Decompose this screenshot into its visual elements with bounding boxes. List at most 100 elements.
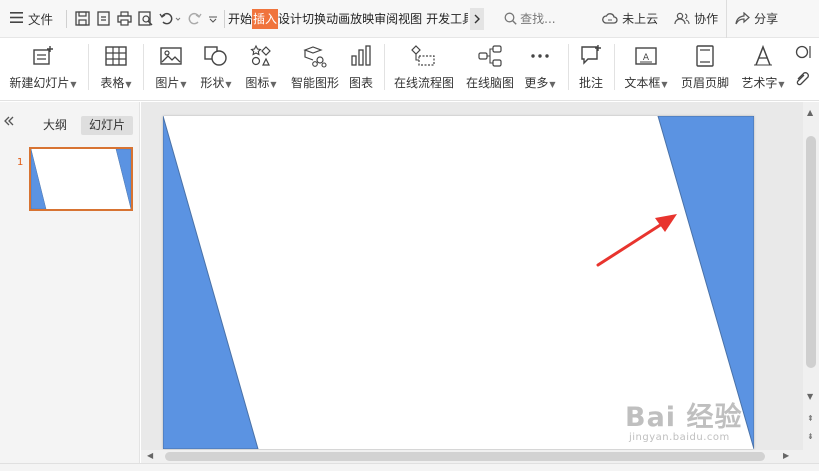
dropdown-caret-icon: ▼ (270, 80, 277, 89)
icon-library-button[interactable]: 图标▼ (242, 42, 280, 92)
textbox-button[interactable]: A 文本框▼ (621, 42, 671, 92)
more-tabs-button[interactable] (470, 7, 485, 30)
tab-view[interactable]: 视图 (398, 9, 422, 29)
tab-slides[interactable]: 幻灯片 (81, 116, 134, 135)
shapes-label: 形状 (200, 76, 225, 90)
shapes-button[interactable]: 形状▼ (197, 42, 235, 92)
picture-button[interactable]: 图片▼ (152, 42, 190, 92)
ribbon-separator (88, 44, 89, 90)
chart-icon (351, 45, 371, 66)
scroll-down-icon[interactable]: ▼ (807, 392, 813, 401)
tab-insert[interactable]: 插入 (252, 8, 279, 29)
cloud-status-button[interactable]: 未上云 (594, 0, 666, 38)
tab-slideshow[interactable]: 放映 (350, 9, 374, 29)
header-footer-button[interactable]: 页眉页脚 (679, 42, 731, 92)
export-pdf-icon[interactable] (96, 11, 111, 26)
share-label: 分享 (754, 12, 779, 26)
search-placeholder: 查找... (520, 12, 556, 26)
horizontal-scroll-thumb[interactable] (165, 452, 765, 461)
next-slide-icon[interactable]: ⇟ (807, 432, 814, 441)
presentation-app-window: 文件 开始 插入 设计 切换 动画 放映 审阅 视图 开发工具 (0, 0, 819, 471)
more-button[interactable]: 更多▼ (521, 42, 559, 92)
vertical-scroll-thumb[interactable] (806, 136, 816, 368)
vertical-scrollbar[interactable]: ▲ ▼ ⇞ ⇟ (803, 102, 819, 450)
search-icon (504, 12, 517, 25)
new-slide-button[interactable]: 新建幻灯片▼ (8, 42, 78, 92)
menu-bar: 文件 开始 插入 设计 切换 动画 放映 审阅 视图 开发工具 (0, 0, 819, 38)
dropdown-caret-icon: ▼ (778, 80, 785, 89)
header-footer-label: 页眉页脚 (680, 76, 729, 90)
online-mindmap-label: 在线脑图 (465, 76, 514, 90)
ribbon-separator (568, 44, 569, 90)
collaborate-icon (674, 12, 690, 25)
undo-icon[interactable] (159, 11, 181, 26)
more-label: 更多 (524, 76, 549, 90)
cloud-icon (602, 13, 618, 24)
save-icon[interactable] (75, 11, 90, 26)
thumb-left-parallelogram (31, 149, 47, 209)
watermark: Bai 经验 jingyan.baidu.com (625, 395, 742, 443)
mindmap-icon (478, 45, 502, 67)
share-button[interactable]: 分享 (726, 0, 786, 38)
tab-design[interactable]: 设计 (278, 9, 302, 29)
online-flowchart-button[interactable]: 在线流程图 (392, 42, 456, 92)
textbox-label: 文本框 (624, 76, 661, 90)
share-icon (735, 12, 751, 25)
customize-toolbar-icon[interactable] (208, 14, 218, 24)
chart-button[interactable]: 图表 (346, 42, 376, 92)
scroll-left-icon[interactable]: ◀ (147, 451, 153, 460)
icon-library-icon (250, 44, 271, 66)
smart-graphic-button[interactable]: 智能图形 (288, 42, 342, 92)
more-icon (531, 54, 549, 58)
tab-developer[interactable]: 开发工具 (426, 9, 468, 29)
table-button[interactable]: 表格▼ (97, 42, 135, 92)
table-icon (105, 46, 127, 66)
ribbon-separator (143, 44, 144, 90)
quick-access-toolbar (67, 11, 224, 26)
chart-label: 图表 (348, 76, 373, 90)
search-box[interactable]: 查找... (504, 10, 582, 27)
dropdown-caret-icon: ▼ (125, 80, 132, 89)
tab-transitions[interactable]: 切换 (302, 9, 326, 29)
smart-graphic-label: 智能图形 (290, 76, 339, 90)
comment-button[interactable]: 批注 (575, 42, 607, 92)
horizontal-scrollbar[interactable]: ◀ ▶ (141, 450, 819, 463)
red-arrow-annotation (596, 214, 677, 267)
attachment-icon[interactable] (795, 70, 815, 89)
tab-animations[interactable]: 动画 (326, 9, 350, 29)
slide-number: 1 (17, 157, 24, 168)
prev-slide-icon[interactable]: ⇞ (807, 414, 814, 423)
scroll-up-icon[interactable]: ▲ (807, 108, 813, 117)
print-icon[interactable] (117, 11, 132, 26)
tab-outline[interactable]: 大纲 (35, 116, 75, 135)
shapes-icon (204, 46, 227, 66)
insert-ribbon: 新建幻灯片▼ 表格▼ 图片▼ 形状▼ 图标▼ 智能图形 图表 在线流程图 在线脑… (0, 38, 819, 101)
collapse-pane-icon[interactable] (3, 115, 15, 131)
tab-home[interactable]: 开始 (228, 9, 252, 29)
smart-graphic-icon (303, 46, 327, 68)
print-preview-icon[interactable] (138, 11, 153, 26)
dropdown-caret-icon: ▼ (225, 80, 232, 89)
left-blue-parallelogram (163, 116, 259, 449)
table-label: 表格 (100, 76, 125, 90)
new-slide-icon (33, 46, 53, 65)
wordart-button[interactable]: 艺术字▼ (739, 42, 787, 92)
symbol-icon[interactable] (795, 44, 815, 63)
file-menu-button[interactable]: 文件 (0, 0, 66, 38)
ribbon-tabs: 开始 插入 设计 切换 动画 放映 审阅 视图 开发工具 (228, 0, 485, 38)
thumb-right-parallelogram (115, 149, 131, 209)
online-mindmap-button[interactable]: 在线脑图 (463, 42, 517, 92)
wordart-icon (754, 44, 772, 66)
collaborate-button[interactable]: 协作 (666, 0, 726, 38)
comment-icon (581, 45, 601, 65)
picture-label: 图片 (155, 76, 180, 90)
slide-thumbnail[interactable] (29, 147, 133, 211)
wordart-label: 艺术字 (741, 76, 778, 90)
scroll-right-icon[interactable]: ▶ (783, 451, 789, 460)
tab-review[interactable]: 审阅 (374, 9, 398, 29)
right-actions: 未上云 协作 分享 (594, 0, 786, 38)
dropdown-caret-icon: ▼ (549, 80, 556, 89)
dropdown-caret-icon: ▼ (70, 80, 77, 89)
redo-icon[interactable] (187, 11, 202, 26)
textbox-icon: A (635, 47, 657, 65)
